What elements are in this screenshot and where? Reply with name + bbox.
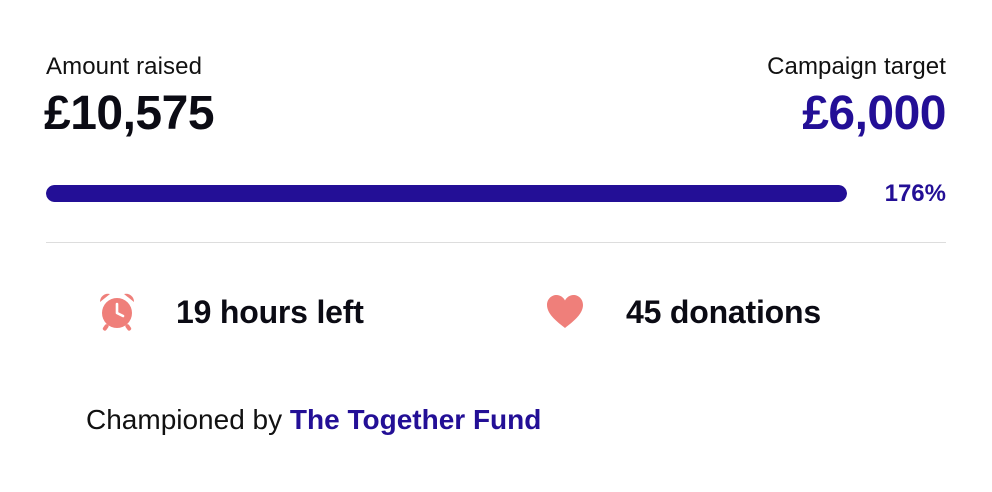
donations-text: 45 donations xyxy=(626,293,821,330)
campaign-target-label: Campaign target xyxy=(767,53,946,80)
amount-raised-value: £10,575 xyxy=(44,87,215,140)
champion-prefix: Championed by xyxy=(86,404,283,435)
alarm-clock-icon xyxy=(96,291,138,333)
fundraising-card: Amount raised £10,575 Campaign target £6… xyxy=(0,0,992,492)
donations-stat: 45 donations xyxy=(544,282,821,342)
heart-icon xyxy=(544,291,586,333)
time-left-text: 19 hours left xyxy=(176,293,364,330)
progress-bar xyxy=(46,185,847,202)
time-left-stat: 19 hours left xyxy=(96,282,364,342)
champion-link[interactable]: The Together Fund xyxy=(290,404,541,435)
campaign-target-value: £6,000 xyxy=(802,87,946,140)
divider xyxy=(46,242,946,243)
progress-percent: 176% xyxy=(884,180,946,207)
amount-raised-label: Amount raised xyxy=(46,53,203,80)
champion-line: Championed by The Together Fund xyxy=(86,404,541,436)
progress-bar-fill xyxy=(46,185,847,202)
